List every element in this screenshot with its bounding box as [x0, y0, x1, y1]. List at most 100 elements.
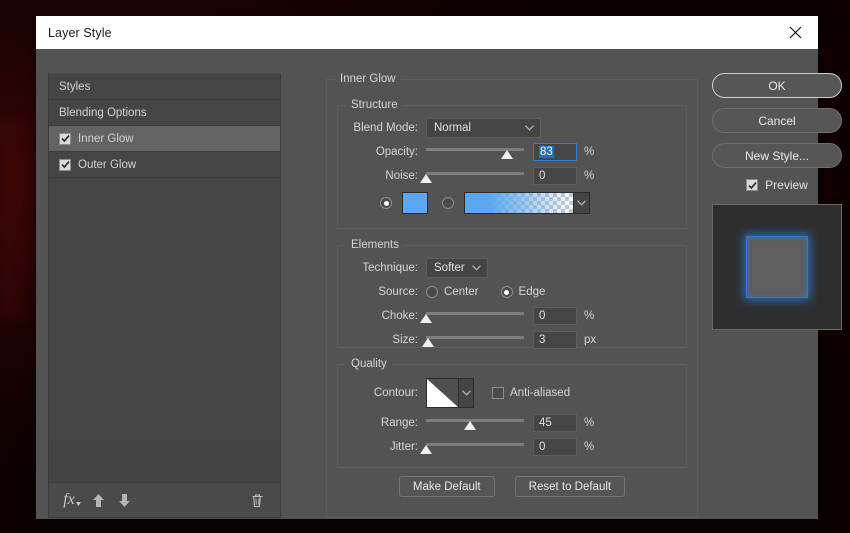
fill-type-row: [338, 190, 676, 216]
size-input[interactable]: 3: [533, 331, 577, 349]
opacity-slider[interactable]: [426, 143, 524, 161]
make-default-button[interactable]: Make Default: [399, 476, 495, 497]
size-unit: px: [584, 334, 596, 346]
size-row: Size: 3 px: [338, 329, 676, 351]
chevron-down-icon[interactable]: [573, 193, 589, 213]
styles-list-empty-area: [49, 178, 280, 445]
sidebar-item-styles[interactable]: Styles: [49, 74, 280, 100]
noise-row: Noise: 0 %: [338, 165, 676, 187]
jitter-input[interactable]: 0: [533, 438, 577, 456]
sidebar-item-blending-options[interactable]: Blending Options: [49, 100, 280, 126]
choke-row: Choke: 0 %: [338, 305, 676, 327]
opacity-value: 83: [539, 146, 554, 158]
noise-input[interactable]: 0: [533, 167, 577, 185]
fill-gradient-radio[interactable]: [442, 197, 454, 209]
quality-group-label: Quality: [346, 358, 392, 370]
technique-row: Technique: Softer: [338, 257, 676, 279]
cancel-button[interactable]: Cancel: [712, 108, 842, 133]
quality-group: Quality Contour:: [337, 358, 687, 468]
opacity-input[interactable]: 83: [533, 143, 577, 161]
elements-group: Elements Technique: Softer: [337, 239, 687, 348]
elements-group-label: Elements: [346, 239, 404, 251]
reset-to-default-button[interactable]: Reset to Default: [515, 476, 625, 497]
choke-input[interactable]: 0: [533, 307, 577, 325]
contour-row: Contour: An: [338, 376, 676, 410]
styles-list: Styles Blending Options Inner Glow: [49, 74, 280, 481]
choke-value: 0: [539, 310, 545, 322]
contour-swatch[interactable]: [427, 379, 458, 407]
opacity-slider-handle[interactable]: [501, 150, 513, 159]
noise-slider-track: [426, 172, 524, 175]
jitter-row: Jitter: 0 %: [338, 436, 676, 458]
close-icon[interactable]: [772, 16, 818, 49]
dialog-titlebar[interactable]: Layer Style: [36, 16, 818, 49]
ok-button[interactable]: OK: [712, 73, 842, 98]
noise-slider[interactable]: [426, 167, 524, 185]
source-center-label: Center: [444, 286, 479, 298]
jitter-label: Jitter:: [338, 441, 426, 453]
source-edge-label: Edge: [519, 286, 546, 298]
contour-label: Contour:: [338, 387, 426, 399]
range-value: 45: [539, 417, 552, 429]
choke-slider[interactable]: [426, 307, 524, 325]
arrow-down-icon[interactable]: [111, 487, 137, 513]
inner-glow-settings-panel: Inner Glow Structure Blend Mode: Normal: [326, 73, 698, 518]
dialog-title: Layer Style: [48, 26, 112, 40]
anti-aliased-checkbox[interactable]: [492, 387, 504, 399]
technique-label: Technique:: [338, 262, 426, 274]
jitter-slider-track: [426, 443, 524, 446]
choke-slider-handle[interactable]: [420, 314, 432, 323]
range-unit: %: [584, 417, 594, 429]
range-row: Range: 45 %: [338, 412, 676, 434]
noise-slider-handle[interactable]: [420, 174, 432, 183]
glow-gradient-swatch[interactable]: [465, 193, 573, 213]
jitter-slider[interactable]: [426, 438, 524, 456]
sidebar-item-label: Styles: [59, 81, 90, 93]
range-input[interactable]: 45: [533, 414, 577, 432]
sidebar-item-outer-glow[interactable]: Outer Glow: [49, 152, 280, 178]
trash-icon[interactable]: [244, 487, 270, 513]
range-slider-handle[interactable]: [464, 421, 476, 430]
background-streak: [0, 120, 40, 320]
jitter-value: 0: [539, 441, 545, 453]
styles-panel: Styles Blending Options Inner Glow: [48, 73, 281, 518]
fx-icon[interactable]: fx: [59, 487, 85, 513]
structure-group: Structure Blend Mode: Normal: [337, 99, 687, 229]
preview-thumbnail: [712, 204, 842, 330]
contour-picker[interactable]: [426, 378, 474, 408]
size-value: 3: [539, 334, 545, 346]
technique-select[interactable]: Softer: [426, 258, 488, 278]
range-slider[interactable]: [426, 414, 524, 432]
preview-glow-square: [746, 236, 808, 298]
source-center-radio[interactable]: [426, 286, 438, 298]
new-style-button[interactable]: New Style...: [712, 143, 842, 168]
layer-style-dialog: Layer Style Styles Blending Options: [36, 16, 818, 519]
size-slider-handle[interactable]: [422, 338, 434, 347]
chevron-down-icon[interactable]: [458, 379, 473, 407]
choke-slider-track: [426, 312, 524, 315]
sidebar-item-inner-glow[interactable]: Inner Glow: [49, 126, 280, 152]
blend-mode-select[interactable]: Normal: [426, 118, 541, 138]
size-slider-track: [426, 336, 524, 339]
sidebar-item-label: Outer Glow: [78, 159, 136, 171]
fill-color-radio[interactable]: [380, 197, 392, 209]
range-label: Range:: [338, 417, 426, 429]
size-slider[interactable]: [426, 331, 524, 349]
preview-checkbox[interactable]: [746, 179, 758, 191]
opacity-label: Opacity:: [338, 146, 426, 158]
inner-glow-checkbox[interactable]: [59, 133, 71, 145]
blend-mode-row: Blend Mode: Normal: [338, 117, 676, 139]
glow-color-swatch[interactable]: [402, 192, 428, 214]
blend-mode-value: Normal: [434, 122, 471, 134]
arrow-up-icon[interactable]: [85, 487, 111, 513]
glow-gradient-picker[interactable]: [464, 192, 590, 214]
preview-toggle-row: Preview: [712, 178, 842, 192]
dialog-body: Styles Blending Options Inner Glow: [36, 49, 818, 519]
technique-value: Softer: [434, 262, 465, 274]
jitter-slider-handle[interactable]: [420, 445, 432, 454]
outer-glow-checkbox[interactable]: [59, 159, 71, 171]
source-edge-radio[interactable]: [501, 286, 513, 298]
blend-mode-label: Blend Mode:: [338, 122, 426, 134]
opacity-row: Opacity: 83 %: [338, 141, 676, 163]
source-label: Source:: [338, 286, 426, 298]
